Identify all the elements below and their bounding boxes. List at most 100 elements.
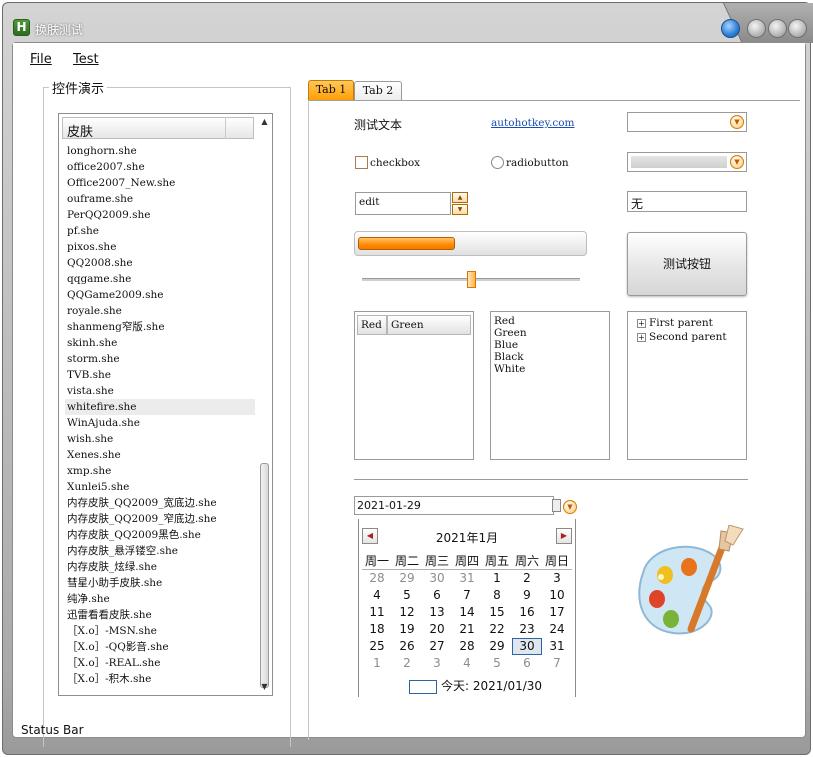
calendar-day[interactable]: 22: [482, 621, 512, 638]
listbox-item[interactable]: Black: [494, 351, 609, 363]
skin-list-item[interactable]: 内存皮肤_炫绿.she: [65, 559, 255, 575]
calendar-day[interactable]: 29: [482, 638, 512, 655]
skin-list-item[interactable]: ［X.o］-REAL.she: [65, 655, 255, 671]
minimize-button[interactable]: [747, 19, 766, 38]
calendar-day[interactable]: 20: [422, 621, 452, 638]
skin-icon[interactable]: [721, 19, 740, 38]
skin-list-item[interactable]: WinAjuda.she: [65, 415, 255, 431]
skin-list-item[interactable]: TVB.she: [65, 367, 255, 383]
skin-list-item[interactable]: qqgame.she: [65, 271, 255, 287]
skin-list-item[interactable]: 彗星小助手皮肤.she: [65, 575, 255, 591]
skin-list-item[interactable]: royale.she: [65, 303, 255, 319]
calendar-day[interactable]: 31: [542, 638, 572, 655]
calendar-day[interactable]: 23: [512, 621, 542, 638]
calendar-today[interactable]: 今天: 2021/01/30: [409, 677, 542, 694]
calendar-day[interactable]: 1: [362, 655, 392, 672]
calendar-day[interactable]: 7: [542, 655, 572, 672]
calendar-day[interactable]: 6: [512, 655, 542, 672]
skin-list-item[interactable]: whitefire.she: [65, 399, 255, 415]
calendar-day[interactable]: 24: [542, 621, 572, 638]
spin-down-icon[interactable]: ▼: [452, 204, 468, 215]
menu-test[interactable]: Test: [73, 52, 99, 67]
radio-circle[interactable]: [491, 156, 504, 169]
skin-list-item[interactable]: 纯净.she: [65, 591, 255, 607]
chevron-down-icon[interactable]: ▼: [730, 115, 744, 129]
skin-list-item[interactable]: wish.she: [65, 431, 255, 447]
date-field[interactable]: 2021-01-29: [354, 496, 554, 515]
calendar-day[interactable]: 1: [482, 570, 512, 587]
calendar-day[interactable]: 19: [392, 621, 422, 638]
skin-list-item[interactable]: skinh.she: [65, 335, 255, 351]
skin-list-item[interactable]: 内存皮肤_QQ2009_窄底边.she: [65, 511, 255, 527]
calendar-day[interactable]: 11: [362, 604, 392, 621]
skin-list-item[interactable]: xmp.she: [65, 463, 255, 479]
skin-list-item[interactable]: Xenes.she: [65, 447, 255, 463]
calendar-day[interactable]: 21: [452, 621, 482, 638]
skin-list-item[interactable]: QQGame2009.she: [65, 287, 255, 303]
scroll-up-icon[interactable]: ▲: [259, 116, 270, 127]
edit-field[interactable]: edit: [355, 192, 451, 215]
spin-buttons[interactable]: ▲ ▼: [452, 192, 468, 215]
skin-list-item[interactable]: shanmeng窄版.she: [65, 319, 255, 335]
skin-list-scrollbar[interactable]: ▲ ▼: [259, 116, 270, 692]
chevron-down-icon[interactable]: ▼: [563, 500, 577, 514]
calendar-day[interactable]: 15: [482, 604, 512, 621]
expand-icon[interactable]: +: [637, 332, 646, 342]
calendar-day[interactable]: 13: [422, 604, 452, 621]
calendar-day[interactable]: 30: [422, 570, 452, 587]
calendar-day[interactable]: 26: [392, 638, 422, 655]
skin-list-item[interactable]: 内存皮肤_QQ2009黑色.she: [65, 527, 255, 543]
scroll-thumb[interactable]: [260, 463, 269, 688]
calendar-day[interactable]: 5: [482, 655, 512, 672]
skin-list-item[interactable]: ［X.o］-积木.she: [65, 671, 255, 687]
menu-file[interactable]: File: [30, 52, 52, 67]
color-listbox[interactable]: Red Green Blue Black White: [490, 311, 610, 460]
calendar-day[interactable]: 5: [392, 587, 422, 604]
date-check-box[interactable]: [552, 499, 561, 512]
calendar-day[interactable]: 25: [362, 638, 392, 655]
title-bar[interactable]: H 换肤测试: [3, 3, 813, 43]
tab-2[interactable]: Tab 2: [354, 81, 402, 101]
combo-disabled[interactable]: ▼: [627, 152, 747, 172]
skin-list-item[interactable]: ［X.o］-QQ影音.she: [65, 639, 255, 655]
skin-list-item[interactable]: QQ2008.she: [65, 255, 255, 271]
listbox-item[interactable]: Red: [494, 315, 609, 327]
calendar-day[interactable]: 12: [392, 604, 422, 621]
wu-field[interactable]: 无: [627, 191, 747, 212]
list-view-col-red[interactable]: Red: [357, 315, 387, 335]
calendar-day[interactable]: 14: [452, 604, 482, 621]
calendar-day[interactable]: 8: [482, 587, 512, 604]
calendar-day[interactable]: 3: [542, 570, 572, 587]
calendar-day[interactable]: 28: [452, 638, 482, 655]
calendar-next-icon[interactable]: ▶: [556, 528, 572, 544]
listbox-item[interactable]: Blue: [494, 339, 609, 351]
calendar-day[interactable]: 4: [452, 655, 482, 672]
calendar-day[interactable]: 9: [512, 587, 542, 604]
calendar-day[interactable]: 3: [422, 655, 452, 672]
skin-list-item[interactable]: 内存皮肤_QQ2009_宽底边.she: [65, 495, 255, 511]
skin-list-item[interactable]: PerQQ2009.she: [65, 207, 255, 223]
calendar-day[interactable]: 4: [362, 587, 392, 604]
tree-item[interactable]: + First parent: [637, 316, 746, 330]
calendar-day[interactable]: 30: [512, 638, 542, 655]
chevron-down-icon[interactable]: ▼: [730, 155, 744, 169]
skin-list-item[interactable]: office2007.she: [65, 159, 255, 175]
slider-thumb[interactable]: [467, 271, 476, 288]
calendar-day[interactable]: 28: [362, 570, 392, 587]
calendar-day[interactable]: 7: [452, 587, 482, 604]
calendar-day[interactable]: 2: [512, 570, 542, 587]
skin-list-item[interactable]: storm.she: [65, 351, 255, 367]
month-calendar[interactable]: ◀ 2021年1月 ▶ 周一 周二 周三 周四 周五 周六 周日 28 29 30 31 1 2 3 4 5 6…: [358, 519, 576, 697]
spin-up-icon[interactable]: ▲: [452, 192, 468, 203]
skin-list-item[interactable]: Xunlei5.she: [65, 479, 255, 495]
listbox-item[interactable]: Green: [494, 327, 609, 339]
list-view[interactable]: Red Green: [354, 311, 474, 460]
calendar-day[interactable]: 27: [422, 638, 452, 655]
skin-list-item[interactable]: longhorn.she: [65, 143, 255, 159]
calendar-day[interactable]: 10: [542, 587, 572, 604]
combo-empty[interactable]: ▼: [627, 112, 747, 132]
calendar-day[interactable]: 6: [422, 587, 452, 604]
calendar-day[interactable]: 17: [542, 604, 572, 621]
tree-item[interactable]: + Second parent: [637, 330, 746, 344]
tab-1[interactable]: Tab 1: [308, 80, 354, 101]
